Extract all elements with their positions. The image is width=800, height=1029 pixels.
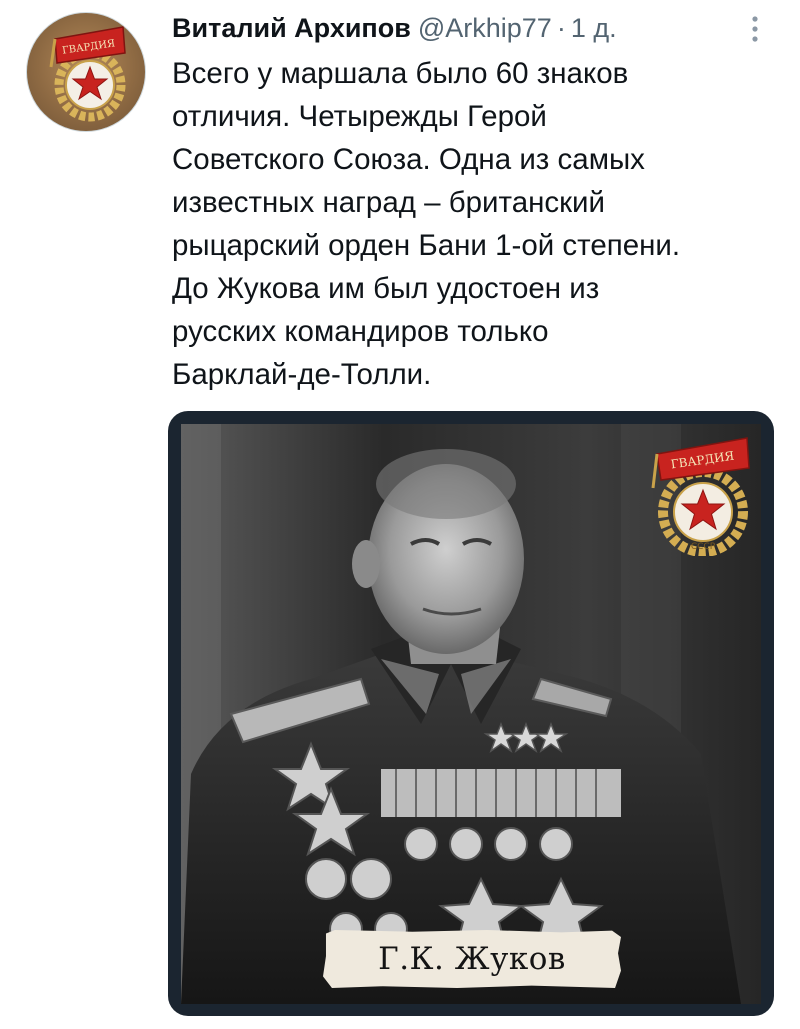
guards-badge-icon: ГВАРДИЯ СССР	[651, 437, 750, 556]
display-name[interactable]: Виталий Архипов	[172, 10, 411, 46]
tweet-text-line: отличия. Четырежды Герой	[172, 100, 547, 133]
avatar[interactable]: ГВАРДИЯ	[26, 12, 146, 132]
tweet-text-line: Советского Союза. Одна из самых	[172, 143, 645, 176]
user-handle[interactable]: @Arkhip77	[418, 10, 552, 46]
more-vertical-icon	[752, 16, 758, 42]
tweet-media[interactable]: ГВАРДИЯ СССР Г.К. Жуков	[168, 411, 774, 1016]
tweet-text: Всего у маршала было 60 знаков отличия. …	[172, 52, 772, 396]
tweet-text-line: Всего у маршала было 60 знаков	[172, 57, 629, 90]
photo-badge-lower-text: СССР	[691, 542, 716, 552]
header-separator: ·	[556, 13, 566, 43]
tweet-timestamp[interactable]: 1 д.	[571, 10, 617, 46]
more-options-button[interactable]	[744, 12, 766, 46]
portrait-photo: ГВАРДИЯ СССР Г.К. Жуков	[181, 424, 761, 1004]
tweet-text-line: известных наград – британский	[172, 186, 606, 219]
tweet[interactable]: ГВАРДИЯ Виталий Архипов @Arkhip77 · 1 д.…	[0, 0, 800, 1029]
tweet-text-line: рыцарский орден Бани 1-ой степени.	[172, 229, 681, 262]
tweet-text-line: русских командиров только	[172, 315, 549, 348]
tweet-text-line: До Жукова им был удостоен из	[172, 272, 600, 305]
tweet-text-line: Барклай-де-Толли.	[172, 358, 432, 391]
portrait-caption: Г.К. Жуков	[323, 930, 621, 988]
tweet-header: Виталий Архипов @Arkhip77 · 1 д.	[172, 10, 732, 50]
guards-badge-icon: ГВАРДИЯ	[49, 26, 126, 122]
